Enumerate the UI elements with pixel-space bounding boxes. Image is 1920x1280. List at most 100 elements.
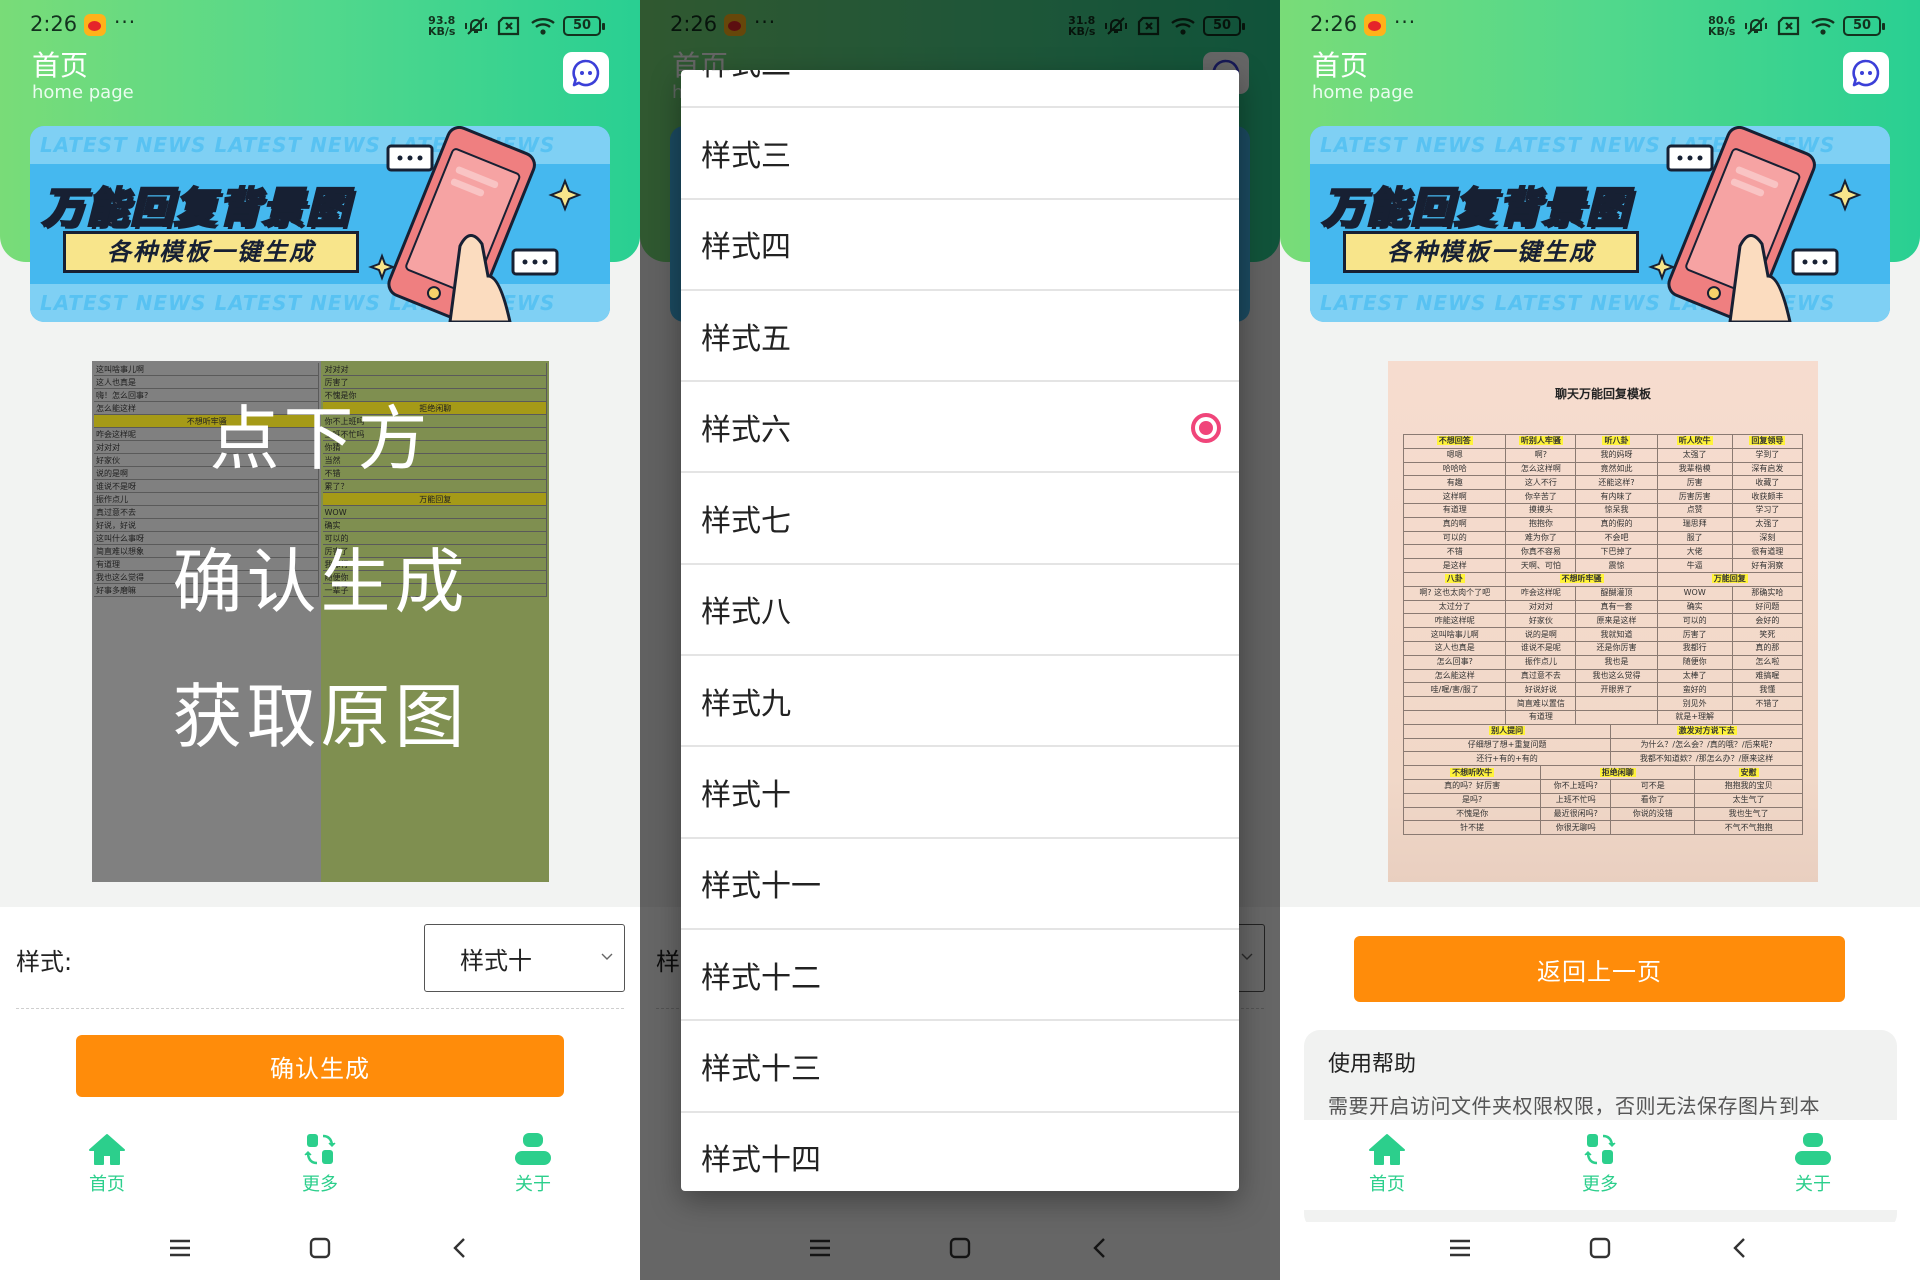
template-cell: 太棒了 (1656, 668, 1733, 684)
style-select[interactable]: 样式十 (424, 924, 625, 992)
template-cell: 我就知道 (1575, 627, 1658, 642)
template-cell: 还能这样? (1575, 475, 1658, 491)
preview-row: WOW (322, 506, 547, 519)
tab-home-label: 首页 (89, 1174, 125, 1195)
template-cell: 下巴掉了 (1575, 544, 1658, 560)
template-cell: 收获颇丰 (1731, 489, 1804, 504)
preview-row: 对对对 (322, 363, 547, 376)
feedback-chat-button[interactable] (563, 52, 609, 94)
preview-row: 这叫啥事儿啊 (94, 363, 319, 376)
template-row: 是这样 天啊、可怕 震惊 牛逼 好有洞察 (1402, 558, 1804, 573)
template-header-label: 听别人牢骚 (1518, 436, 1563, 446)
style-option[interactable]: 样式三 (681, 108, 1239, 200)
template-row: 哇/喔/害/服了 好说好说 开眼界了 蛮好的 我懂 (1402, 682, 1804, 698)
style-option[interactable]: 样式二 (681, 70, 1239, 109)
recent-apps-icon[interactable] (1448, 1236, 1472, 1260)
back-icon[interactable] (448, 1236, 472, 1260)
home-system-icon[interactable] (1588, 1236, 1612, 1260)
promo-banner[interactable]: LATEST NEWS LATEST NEWS LATEST NEWS LATE… (1310, 126, 1890, 322)
template-row: 不愧是你 最近很闲吗? 你说的没错 我也生气了 (1402, 806, 1803, 822)
style-option[interactable]: 样式四 (681, 200, 1239, 291)
swap-grid-icon (304, 1134, 336, 1165)
template-header-label: 不想回答 (1436, 436, 1473, 446)
style-option[interactable]: 样式五 (681, 291, 1239, 383)
template-cell: 服了 (1656, 530, 1733, 546)
status-time: 2:26 (1310, 12, 1358, 36)
tab-more-label: 更多 (1582, 1174, 1618, 1195)
style-option[interactable]: 样式十二 (681, 930, 1239, 1022)
more-notifications-icon: ··· (114, 10, 137, 34)
generated-template-image[interactable]: 聊天万能回复模板 不想回答 听别人牢骚 听八卦 听人吹牛 回复领导 嗯嗯 啊? 我的妈呀 太强了… (1388, 361, 1818, 882)
tab-more[interactable]: 更多 (1550, 1120, 1650, 1196)
template-cell: 深刻 (1731, 530, 1804, 546)
template-cell: 这人不行 (1505, 475, 1577, 491)
template-cell: 最近很闲吗? (1540, 806, 1612, 822)
recent-apps-icon[interactable] (168, 1236, 192, 1260)
template-cell: 你说的没错 (1610, 806, 1696, 822)
template-cell: 有内味了 (1575, 489, 1658, 504)
template-cell (1402, 709, 1507, 725)
style-option[interactable]: 样式六 (681, 382, 1239, 474)
speed-unit: KB/s (428, 25, 456, 38)
template-cell (1731, 709, 1804, 725)
style-option[interactable]: 样式七 (681, 473, 1239, 565)
chevron-down-icon (601, 953, 613, 960)
tab-home[interactable]: 首页 (1337, 1120, 1437, 1196)
template-cell: 有道理 (1402, 502, 1507, 518)
template-header-label: 别人提问 (1489, 726, 1526, 736)
page-subtitle: home page (1312, 82, 1414, 103)
template-cell: 摸摸头 (1505, 502, 1577, 518)
feedback-chat-button[interactable] (1843, 52, 1889, 94)
preview-row: 真过意不去 (94, 506, 319, 519)
style-option[interactable]: 样式十三 (681, 1021, 1239, 1113)
template-cell: 不错 (1402, 544, 1507, 560)
back-icon[interactable] (1728, 1236, 1752, 1260)
back-to-previous-button[interactable]: 返回上一页 (1354, 936, 1845, 1002)
confirm-generate-button[interactable]: 确认生成 (76, 1035, 564, 1097)
style-option[interactable]: 样式十一 (681, 839, 1239, 930)
style-options-list[interactable]: 样式二样式三样式四样式五样式六样式七样式八样式九样式十样式十一样式十二样式十三样… (681, 70, 1239, 1191)
template-cell: 说的是啊 (1505, 627, 1577, 642)
more-notifications-icon: ··· (1394, 10, 1417, 34)
template-cell: 天啊、可怕 (1505, 558, 1577, 573)
template-header-cell: 听八卦 (1575, 434, 1658, 449)
template-header-cell: 别人提问 (1402, 723, 1612, 739)
template-cell: 对对对 (1505, 599, 1577, 615)
home-system-icon[interactable] (308, 1236, 332, 1260)
template-header-label: 拒绝闲聊 (1599, 767, 1636, 777)
page-title: 首页 (32, 49, 89, 82)
bottom-tab-bar: 首页 更多 关于 (1280, 1120, 1920, 1210)
template-header-label: 回复领导 (1749, 436, 1786, 446)
template-cell: 是这样 (1402, 558, 1507, 573)
template-row: 真的吗？好厉害 你不上班吗? 可不是 抱抱我的宝贝 (1402, 778, 1803, 794)
template-cell: 不气不气抱抱 (1694, 820, 1803, 836)
speed-unit: KB/s (1708, 25, 1736, 38)
template-cell: 啊? 这也太肉个了吧 (1402, 585, 1507, 601)
bottom-tab-bar: 首页 更多 关于 (0, 1120, 640, 1210)
style-option[interactable]: 样式十 (681, 747, 1239, 839)
template-cell: 谁说不是呢 (1505, 640, 1577, 656)
tab-about[interactable]: 关于 (483, 1120, 583, 1196)
style-option[interactable]: 样式十四 (681, 1113, 1239, 1191)
template-cell: 真的那 (1731, 640, 1804, 656)
template-cell: 太过分了 (1402, 599, 1507, 615)
template-header-cell: 不想回答 (1402, 434, 1507, 449)
tab-about-label: 关于 (515, 1174, 551, 1195)
template-header-row: 八卦 不想听牢骚 万能回复 (1402, 571, 1804, 587)
template-cell: WOW (1656, 585, 1733, 601)
style-option-label: 样式八 (701, 595, 791, 631)
style-option[interactable]: 样式八 (681, 565, 1239, 657)
style-option[interactable]: 样式九 (681, 656, 1239, 748)
template-row: 不错 你真不容易 下巴掉了 大佬 很有道理 (1402, 544, 1804, 560)
no-sim-icon (1777, 16, 1800, 36)
style-options-dropdown[interactable]: 样式二样式三样式四样式五样式六样式七样式八样式九样式十样式十一样式十二样式十三样… (681, 70, 1239, 1191)
promo-banner[interactable]: LATEST NEWS LATEST NEWS LATEST NEWS LATE… (30, 126, 610, 322)
tab-about[interactable]: 关于 (1763, 1120, 1863, 1196)
template-preview-image[interactable]: 这叫啥事儿啊 这人也真是 嗨！怎么回事? 怎么能这样 不想听牢骚 咋会这样呢 对对对 好家伙说… (92, 361, 549, 882)
tab-more[interactable]: 更多 (270, 1120, 370, 1196)
tab-home[interactable]: 首页 (57, 1120, 157, 1196)
template-row: 还行+有的+有的 我都不知道欸？/那怎么办？/原来这样 (1402, 751, 1803, 767)
status-bar: 2:26 ··· 80.6 KB/s 50 (1280, 0, 1920, 50)
template-cell: 啊? (1505, 447, 1577, 463)
template-header-cell: 安慰 (1694, 765, 1803, 780)
